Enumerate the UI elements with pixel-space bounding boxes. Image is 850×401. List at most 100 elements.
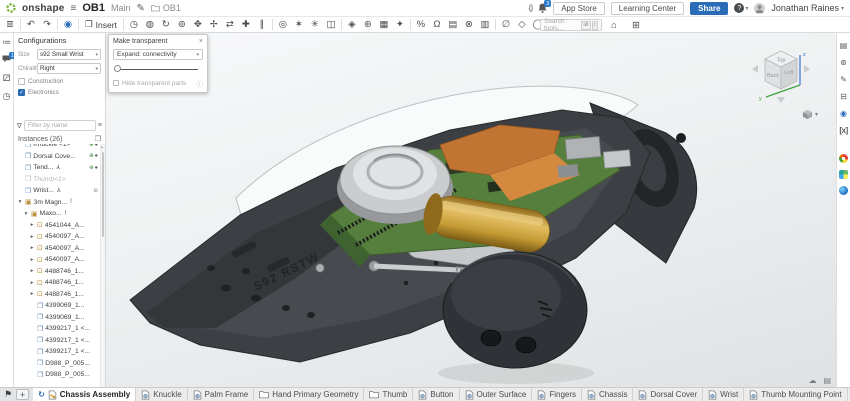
- collapse-icon[interactable]: ▾: [23, 211, 29, 217]
- app-lifecycle-icon[interactable]: [839, 154, 848, 163]
- fix-icon[interactable]: ⊕: [89, 153, 94, 159]
- properties-panel-icon[interactable]: ▤: [840, 41, 848, 51]
- view-settings-menu[interactable]: ▾: [802, 109, 818, 120]
- app-globe-icon[interactable]: [839, 186, 848, 195]
- expand-icon[interactable]: ▸: [29, 291, 35, 297]
- sync-status-icon[interactable]: ☁: [808, 376, 816, 385]
- anchor-icon[interactable]: Ω: [429, 18, 445, 32]
- user-menu[interactable]: Jonathan Raines▾: [771, 3, 844, 13]
- expand-icon[interactable]: ▸: [29, 257, 35, 263]
- expand-icon[interactable]: ▸: [29, 280, 35, 286]
- release-management-icon[interactable]: ⊛: [840, 58, 847, 68]
- code-icon[interactable]: {;}: [529, 5, 533, 12]
- instance-row[interactable]: ▸⊡4541044_A...: [14, 220, 105, 232]
- instance-row[interactable]: ❐D988_P_005...: [14, 358, 105, 370]
- close-icon[interactable]: ×: [199, 38, 203, 45]
- tool-search-input[interactable]: Search tools...altc: [540, 19, 602, 31]
- info-icon[interactable]: ⓘ: [197, 78, 204, 88]
- markup-pen-icon[interactable]: ✎: [840, 75, 847, 85]
- document-tab-wrist[interactable]: Wrist: [703, 388, 744, 401]
- hide-icon[interactable]: ●: [95, 153, 98, 159]
- comments-tab-icon[interactable]: 1: [2, 55, 11, 65]
- help-menu[interactable]: ?▾: [734, 3, 748, 13]
- document-tab-knuckle[interactable]: Knuckle: [136, 388, 187, 401]
- shortcuts-grid-icon[interactable]: ⊞: [628, 18, 644, 32]
- isolate-selection-icon[interactable]: ❒: [95, 135, 101, 143]
- instance-row[interactable]: ▸⊡4540097_A...: [14, 231, 105, 243]
- instance-row[interactable]: ❐D988_P_005...: [14, 369, 105, 381]
- instance-row[interactable]: ❐Tend...⅄⊕●: [14, 162, 105, 174]
- undo-icon[interactable]: ↶: [23, 18, 39, 32]
- scale-tool-icon[interactable]: %: [413, 18, 429, 32]
- document-tab-button[interactable]: Button: [413, 388, 459, 401]
- explode-view-icon[interactable]: ✶: [291, 18, 307, 32]
- notifications-bell-icon[interactable]: 3: [538, 3, 547, 13]
- tab-manager-icon[interactable]: ⚑: [4, 389, 12, 400]
- filter-input[interactable]: Filter by name: [24, 120, 96, 131]
- onshape-logo-icon[interactable]: [6, 3, 16, 13]
- instance-row[interactable]: ▸⊡4488746_1...: [14, 266, 105, 278]
- bom-table-icon[interactable]: ▦: [376, 18, 392, 32]
- app-cam-icon[interactable]: [839, 170, 848, 179]
- instance-row[interactable]: ▾▣Maxo...ǃ: [14, 208, 105, 220]
- fix-icon[interactable]: ⊕: [89, 165, 94, 171]
- workspace-name[interactable]: Main: [111, 3, 131, 13]
- simplify-icon[interactable]: ◇: [514, 18, 530, 32]
- expand-icon[interactable]: ▸: [29, 222, 35, 228]
- instance-row[interactable]: ▸⊡4488746_1...: [14, 289, 105, 301]
- measure-icon[interactable]: ∅: [498, 18, 514, 32]
- replicate-icon[interactable]: ⊚: [174, 18, 190, 32]
- document-tab-outer-surface[interactable]: Outer Surface: [460, 388, 533, 401]
- variables-icon[interactable]: [x]: [839, 126, 847, 136]
- snap-mode-icon[interactable]: ◎: [275, 18, 291, 32]
- key-icon[interactable]: ⊙: [93, 188, 98, 194]
- restore-icon[interactable]: ◷: [126, 18, 142, 32]
- instance-row[interactable]: ❐Wrist...⅄⊙: [14, 185, 105, 197]
- app-store-button[interactable]: App Store: [553, 2, 605, 15]
- view-cube-right-label[interactable]: Left: [784, 70, 794, 76]
- instance-row[interactable]: ▸⊡4540097_A...: [14, 254, 105, 266]
- frame-icon[interactable]: ▥: [477, 18, 493, 32]
- view-cube-top-label[interactable]: Top: [777, 58, 786, 64]
- help-sphere-icon[interactable]: ◉: [840, 109, 847, 119]
- insert-button[interactable]: ❐Insert: [81, 18, 121, 32]
- render-mode-icon[interactable]: ▤: [823, 376, 831, 385]
- rename-icon[interactable]: ✎: [137, 3, 145, 14]
- learning-center-button[interactable]: Learning Center: [611, 2, 684, 15]
- size-select[interactable]: s92 Small Wrist▾: [37, 49, 101, 60]
- documentation-icon[interactable]: ⌂: [606, 18, 622, 32]
- rotate-instance-icon[interactable]: ↻: [158, 18, 174, 32]
- view-cube[interactable]: Top Back Left z y: [744, 45, 818, 109]
- viewport-3d[interactable]: S92 RSTW: [106, 33, 836, 387]
- filter-icon[interactable]: ∇: [17, 122, 22, 130]
- transparency-slider[interactable]: [114, 65, 202, 73]
- document-menu-icon[interactable]: ≡: [71, 3, 77, 14]
- appearance-tab-icon[interactable]: ⚂: [3, 73, 11, 83]
- structure-view-icon[interactable]: ≡: [98, 122, 102, 129]
- section-view-icon[interactable]: ◫: [323, 18, 339, 32]
- slider-mate-icon[interactable]: ⇄: [222, 18, 238, 32]
- model-3d[interactable]: S92 RSTW: [106, 33, 836, 387]
- document-tab-hand-primary-geometry[interactable]: Hand Primary Geometry: [254, 388, 364, 401]
- instance-row[interactable]: ❐4399217_1 <...: [14, 323, 105, 335]
- pattern-icon[interactable]: ✦: [392, 18, 408, 32]
- instance-row[interactable]: ❐4399069_1...: [14, 300, 105, 312]
- expand-select[interactable]: Expand: connectivity▾: [113, 49, 203, 60]
- electronics-checkbox[interactable]: ✓ Electronics: [18, 89, 101, 96]
- chirality-select[interactable]: Right▾: [37, 63, 101, 74]
- origin-marker[interactable]: [316, 264, 325, 273]
- document-tab-thumb-mounting-point[interactable]: Thumb Mounting Point: [744, 388, 848, 401]
- new-tab-button[interactable]: +: [16, 389, 29, 400]
- parallel-mate-icon[interactable]: ∥: [254, 18, 270, 32]
- fix-icon[interactable]: ⊕: [89, 144, 94, 148]
- instance-row[interactable]: ▾▣3m Magn...ǃ: [14, 197, 105, 209]
- construction-checkbox[interactable]: Construction: [18, 78, 101, 85]
- gear-relation-icon[interactable]: ⊛: [360, 18, 376, 32]
- document-tab-palm-frame[interactable]: Palm Frame: [188, 388, 255, 401]
- move-instance-icon[interactable]: ✥: [190, 18, 206, 32]
- configurations-tab-icon[interactable]: ≔: [2, 37, 11, 47]
- expand-icon[interactable]: ▸: [29, 245, 35, 251]
- edit-in-context-icon[interactable]: ◉: [60, 18, 76, 32]
- fastened-mate-icon[interactable]: ✢: [206, 18, 222, 32]
- hide-icon[interactable]: ●: [95, 144, 98, 148]
